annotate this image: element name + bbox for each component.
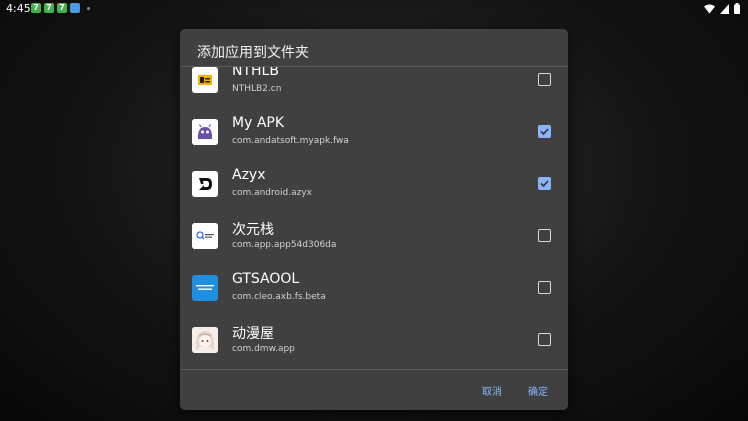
app-name: NTHLB: [232, 67, 279, 79]
nthlb-app-icon: [192, 67, 218, 93]
app-row-ciyuanzhan[interactable]: 次元栈 com.app.app54d306da: [180, 209, 568, 261]
add-apps-to-folder-dialog: 添加应用到文件夹 NTHLB NTHLB2.cn My APK com.anda…: [180, 29, 568, 410]
app-name: GTSAOOL: [232, 271, 300, 287]
app-checkbox-checked[interactable]: [538, 125, 551, 138]
app-name: 动漫屋: [232, 326, 274, 342]
app-row-azyx[interactable]: Azyx com.android.azyx: [180, 157, 568, 209]
more-notifications-icon: [87, 6, 90, 10]
app-package: com.andatsoft.myapk.fwa: [232, 136, 349, 146]
battery-icon: [734, 3, 740, 14]
app-row-dongmanwu[interactable]: 动漫屋 com.dmw.app: [180, 313, 568, 365]
app-list[interactable]: NTHLB NTHLB2.cn My APK com.andatsoft.mya…: [180, 67, 568, 369]
ciyuanzhan-app-icon: [192, 223, 218, 249]
dongmanwu-app-icon: [192, 327, 218, 353]
app-checkbox[interactable]: [538, 229, 551, 242]
checkmark-icon: [540, 128, 549, 136]
app-package: com.dmw.app: [232, 344, 295, 354]
dialog-title: 添加应用到文件夹: [197, 45, 309, 61]
app-name: My APK: [232, 115, 285, 131]
notification-icons: 7 7 7: [31, 3, 90, 13]
cancel-button[interactable]: 取消: [482, 383, 502, 398]
app-package: com.cleo.axb.fs.beta: [232, 292, 326, 302]
divider: [180, 369, 568, 370]
app-blue-icon: [70, 3, 80, 13]
app-name: 次元栈: [232, 222, 274, 238]
status-bar: 4:45 7 7 7: [0, 0, 748, 18]
app-package: NTHLB2.cn: [232, 84, 282, 94]
app-checkbox[interactable]: [538, 333, 551, 346]
checkmark-icon: [540, 180, 549, 188]
ok-button[interactable]: 确定: [528, 383, 548, 398]
app-package: com.android.azyx: [232, 188, 312, 198]
app-name: Azyx: [232, 167, 266, 183]
system-icons: [704, 3, 740, 14]
gtsaool-app-icon: [192, 275, 218, 301]
app-checkbox[interactable]: [538, 73, 551, 86]
app-7-icon: 7: [31, 3, 41, 13]
status-time: 4:45: [6, 2, 31, 15]
myapk-app-icon: [192, 119, 218, 145]
app-row-nthlb[interactable]: NTHLB NTHLB2.cn: [180, 67, 568, 105]
app-package: com.app.app54d306da: [232, 240, 337, 250]
app-checkbox-checked[interactable]: [538, 177, 551, 190]
app-7-icon: 7: [44, 3, 54, 13]
azyx-app-icon: [192, 171, 218, 197]
cellular-icon: [720, 3, 729, 14]
app-row-my-apk[interactable]: My APK com.andatsoft.myapk.fwa: [180, 105, 568, 157]
app-7-icon: 7: [57, 3, 67, 13]
app-row-gtsaool[interactable]: GTSAOOL com.cleo.axb.fs.beta: [180, 261, 568, 313]
wifi-icon: [704, 4, 715, 13]
app-checkbox[interactable]: [538, 281, 551, 294]
